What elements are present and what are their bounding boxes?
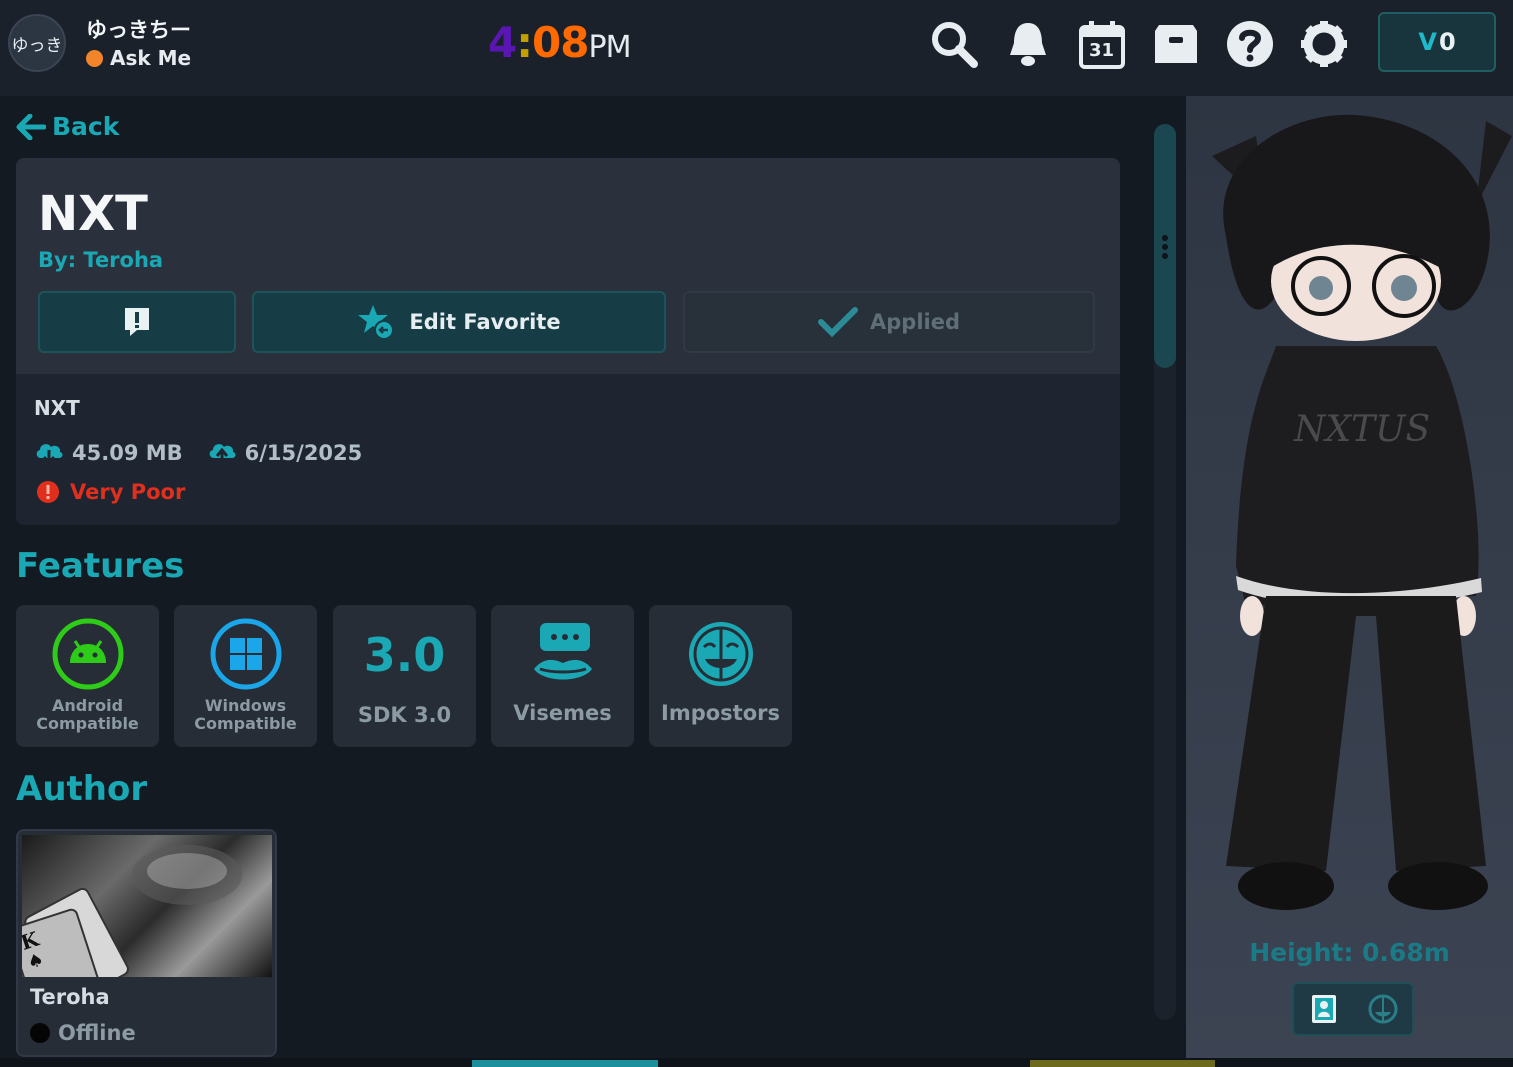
upload-date: 6/15/2025 <box>207 440 363 466</box>
clock-colon: : <box>516 18 533 67</box>
playing-cards-icon: A♠ K♠ <box>18 845 242 1021</box>
checkmark-icon <box>818 307 858 337</box>
calendar-button[interactable]: 31 <box>1076 18 1128 70</box>
author-status: Offline <box>30 1021 136 1045</box>
help-icon <box>1227 21 1273 67</box>
avatar-info-header: NXT By: Teroha Edit Favorite Applied <box>16 158 1120 374</box>
features-heading: Features <box>16 546 185 586</box>
report-icon <box>125 308 149 336</box>
author-heading: Author <box>16 769 148 809</box>
help-button[interactable] <box>1224 18 1276 70</box>
performance-rating-label: Very Poor <box>70 480 186 504</box>
performance-rating: Very Poor <box>36 480 185 504</box>
report-button[interactable] <box>38 291 236 353</box>
avatar-book-icon[interactable] <box>1309 993 1339 1025</box>
search-icon <box>932 22 978 68</box>
applied-label: Applied <box>870 310 960 334</box>
feature-sdk[interactable]: 3.0 SDK 3.0 <box>333 605 476 747</box>
upload-date-value: 6/15/2025 <box>244 441 363 465</box>
author-card[interactable]: A♠ K♠ Teroha Offline <box>16 829 277 1057</box>
svg-text:NXTUS: NXTUS <box>1293 409 1430 450</box>
bottom-strip <box>0 1058 1513 1067</box>
clock-ampm: PM <box>588 30 631 65</box>
clock-hour: 4 <box>488 18 517 67</box>
feature-windows[interactable]: Windows Compatible <box>174 605 317 747</box>
warning-icon <box>37 481 59 503</box>
inbox-button[interactable] <box>1150 18 1202 70</box>
feature-sdk-label: SDK 3.0 <box>357 703 452 727</box>
currency-button[interactable]: V 0 <box>1378 12 1496 72</box>
author-status-dot <box>30 1023 50 1043</box>
user-avatar[interactable]: ゆっき <box>8 14 66 72</box>
clock: 4:08PM <box>488 18 631 67</box>
bell-icon <box>1010 23 1046 66</box>
edit-favorite-button[interactable]: Edit Favorite <box>252 291 666 353</box>
avatar-height-label: Height: 0.68m <box>1249 938 1450 967</box>
bottom-tab-indicator-active[interactable] <box>472 1060 658 1067</box>
clock-minutes: 08 <box>532 18 589 67</box>
avatar-meta-row: 45.09 MB 6/15/2025 <box>34 440 386 466</box>
sdk-version-number: 3.0 <box>363 628 446 682</box>
search-button[interactable] <box>928 18 980 70</box>
file-size: 45.09 MB <box>34 440 183 466</box>
inbox-icon <box>1155 25 1197 63</box>
preview-mode-toggle[interactable] <box>1292 982 1414 1036</box>
author-name: Teroha <box>30 985 110 1009</box>
top-bar: ゆっき ゆっきちー Ask Me 4:08PM 31 V 0 <box>0 0 1513 96</box>
impostors-icon <box>688 622 753 686</box>
impostor-face-icon[interactable] <box>1368 994 1398 1024</box>
avatar-info-card: NXT By: Teroha Edit Favorite Applied NXT… <box>16 158 1120 525</box>
arrow-left-icon <box>16 113 46 140</box>
content-scrollbar[interactable] <box>1154 124 1176 1020</box>
feature-windows-label: Windows Compatible <box>194 696 297 733</box>
avatar-author-link[interactable]: By: Teroha <box>38 248 163 272</box>
drag-handle-icon <box>1162 235 1168 259</box>
feature-visemes-label: Visemes <box>513 701 612 725</box>
applied-button[interactable]: Applied <box>683 291 1095 353</box>
author-status-label: Offline <box>58 1021 136 1045</box>
settings-button[interactable] <box>1298 18 1350 70</box>
gear-icon <box>1301 21 1347 67</box>
feature-impostors-label: Impostors <box>661 701 780 725</box>
avatar-detail-name: NXT <box>34 396 80 420</box>
cloud-download-icon <box>36 444 63 466</box>
edit-favorite-label: Edit Favorite <box>409 310 561 334</box>
avatar-model-preview: NXTUS <box>1212 114 1512 910</box>
user-status-label: Ask Me <box>110 46 192 70</box>
user-status[interactable]: Ask Me <box>86 46 191 70</box>
avatar-title: NXT <box>38 186 148 242</box>
file-size-value: 45.09 MB <box>72 441 183 465</box>
author-thumbnail: A♠ K♠ <box>18 835 272 1021</box>
star-favorite-icon <box>358 305 395 340</box>
scrollbar-thumb[interactable] <box>1154 124 1176 368</box>
visemes-icon <box>533 623 592 680</box>
notifications-button[interactable] <box>1002 18 1054 70</box>
feature-visemes[interactable]: Visemes <box>491 605 634 747</box>
bottom-tab-indicator-secondary[interactable] <box>1030 1060 1215 1067</box>
currency-symbol: V <box>1418 28 1437 56</box>
calendar-day: 31 <box>1089 40 1115 61</box>
currency-amount: 0 <box>1438 28 1456 56</box>
back-label: Back <box>52 112 120 141</box>
back-button[interactable]: Back <box>16 112 119 141</box>
feature-android[interactable]: Android Compatible <box>16 605 159 747</box>
windows-icon <box>210 618 281 690</box>
feature-android-label: Android Compatible <box>36 696 139 733</box>
feature-impostors[interactable]: Impostors <box>649 605 792 747</box>
android-icon <box>52 618 123 690</box>
avatar-preview-panel[interactable]: NXTUS Height: 0.68m <box>1186 96 1513 1060</box>
cloud-upload-icon <box>209 444 236 464</box>
username[interactable]: ゆっきちー <box>86 14 191 44</box>
status-dot <box>86 49 103 67</box>
